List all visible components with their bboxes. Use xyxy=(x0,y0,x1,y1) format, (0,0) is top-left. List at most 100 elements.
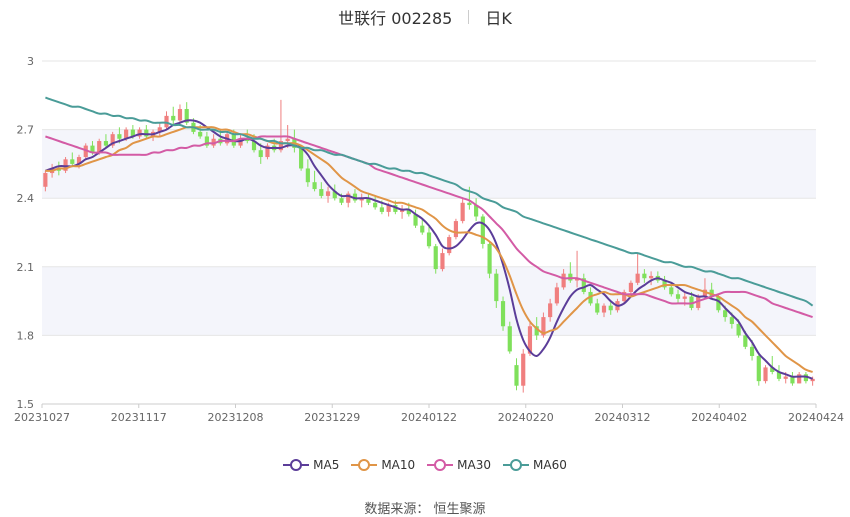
candle-body xyxy=(258,150,263,158)
candle xyxy=(110,131,115,148)
candle xyxy=(500,296,506,331)
candle-body xyxy=(548,303,553,318)
candle xyxy=(265,143,270,160)
legend-marker-icon xyxy=(351,459,378,471)
x-tick-label: 20240424 xyxy=(788,411,844,424)
candle-body xyxy=(433,246,438,270)
candle-body xyxy=(669,287,674,295)
candle-body xyxy=(500,301,506,327)
candle-body xyxy=(373,202,378,208)
legend-label: MA5 xyxy=(313,458,340,472)
candle-body xyxy=(379,207,384,212)
candle-body xyxy=(682,296,687,299)
x-tick-label: 20231208 xyxy=(208,411,264,424)
candle-body xyxy=(521,353,526,386)
candle-body xyxy=(305,168,310,183)
candle-body xyxy=(117,134,122,139)
candle-body xyxy=(783,376,788,379)
candle-body xyxy=(447,237,452,254)
candle-body xyxy=(177,109,183,121)
candle-body xyxy=(325,191,331,196)
candle xyxy=(399,205,405,219)
candle-body xyxy=(568,273,573,281)
x-axis-labels: 20231027 20231117 20231208 20231229 20240122… xyxy=(14,404,844,424)
candle xyxy=(521,349,526,393)
candle-body xyxy=(144,129,149,137)
candle-body xyxy=(507,326,512,352)
candle-body xyxy=(675,294,681,299)
candle-body xyxy=(467,202,472,206)
candle xyxy=(447,234,452,256)
candle-body xyxy=(103,141,109,146)
y-tick-label: 1.8 xyxy=(17,329,35,342)
candle-body xyxy=(312,182,317,190)
chart-root: 世联行 002285 日K 1.5 1.8 2.1 2.4 2.7 3 20231027 20… xyxy=(0,0,850,517)
candle xyxy=(278,99,284,153)
x-tick-label: 20231027 xyxy=(14,411,70,424)
legend: MA5 MA10 MA30 MA60 xyxy=(0,458,850,475)
candle-body xyxy=(749,346,755,356)
candle-body xyxy=(460,202,465,222)
candle xyxy=(487,241,492,279)
candle xyxy=(453,218,459,240)
candle xyxy=(480,214,485,249)
candle-body xyxy=(649,275,654,279)
candle-body xyxy=(729,317,734,324)
candle-body xyxy=(628,282,633,292)
kline-plot: 1.5 1.8 2.1 2.4 2.7 3 20231027 20231117 2023120… xyxy=(14,55,844,424)
candle-body xyxy=(554,287,559,304)
candle-body xyxy=(635,273,640,283)
x-tick-label: 20231229 xyxy=(304,411,360,424)
candle-body xyxy=(43,173,48,187)
candle-body xyxy=(453,221,459,238)
y-tick-label: 2.7 xyxy=(17,124,35,137)
grid-band xyxy=(42,129,816,199)
x-tick-label: 20240402 xyxy=(691,411,747,424)
candle-body xyxy=(319,189,324,196)
candle xyxy=(474,198,479,222)
y-axis-labels: 1.5 1.8 2.1 2.4 2.7 3 xyxy=(17,55,35,411)
candle xyxy=(763,365,768,384)
y-tick-label: 2.4 xyxy=(17,192,35,205)
candle-body xyxy=(339,198,344,203)
candle xyxy=(507,321,512,354)
candle xyxy=(514,358,519,391)
candle-body xyxy=(480,216,485,244)
data-source: 数据来源： 恒生聚源 xyxy=(364,502,486,517)
candle-body xyxy=(723,310,728,318)
candle xyxy=(164,111,169,130)
candle xyxy=(63,157,68,174)
legend-item-ma30[interactable]: MA30 xyxy=(427,458,491,472)
candle xyxy=(756,353,761,386)
candle-body xyxy=(608,305,613,311)
candle-body xyxy=(642,273,647,279)
candle-body xyxy=(763,367,768,382)
legend-label: MA30 xyxy=(457,458,492,472)
y-tick-label: 3 xyxy=(27,55,34,68)
candle-body xyxy=(756,355,761,382)
legend-marker-icon xyxy=(427,459,454,471)
candle-body xyxy=(285,138,290,142)
candle-body xyxy=(601,305,607,313)
candle-body xyxy=(743,335,748,347)
y-tick-label: 2.1 xyxy=(17,261,35,274)
legend-item-ma10[interactable]: MA10 xyxy=(351,458,415,472)
candle-body xyxy=(420,225,425,233)
legend-label: MA10 xyxy=(381,458,416,472)
legend-label: MA60 xyxy=(533,458,567,472)
x-tick-label: 20240312 xyxy=(595,411,651,424)
legend-marker-icon xyxy=(503,459,530,471)
legend-item-ma60[interactable]: MA60 xyxy=(503,458,567,472)
x-tick-label: 20231117 xyxy=(111,411,167,424)
x-tick-label: 20240220 xyxy=(498,411,554,424)
candle xyxy=(440,248,445,272)
candle-body xyxy=(198,131,203,137)
candle xyxy=(460,198,465,224)
candle xyxy=(790,371,795,386)
x-tick-label: 20240122 xyxy=(401,411,457,424)
legend-item-ma5[interactable]: MA5 xyxy=(283,458,339,472)
candle-body xyxy=(440,253,445,270)
candle xyxy=(797,371,802,384)
candle-body xyxy=(487,243,492,274)
candle xyxy=(346,191,351,208)
